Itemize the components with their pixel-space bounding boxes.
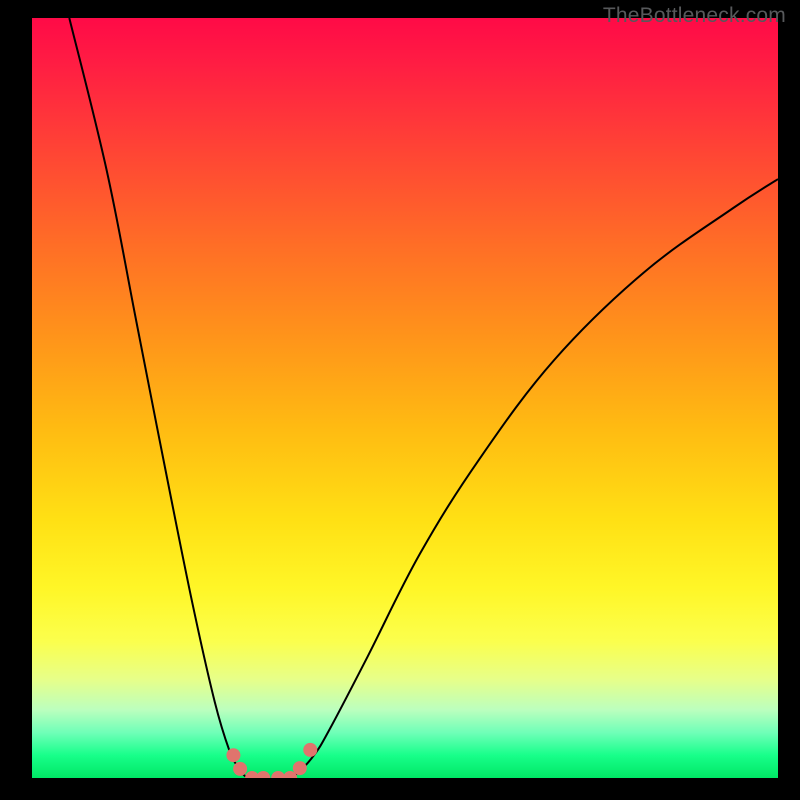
chart-frame: TheBottleneck.com: [0, 0, 800, 800]
watermark-text: TheBottleneck.com: [603, 4, 786, 28]
plot-area: [32, 18, 778, 778]
